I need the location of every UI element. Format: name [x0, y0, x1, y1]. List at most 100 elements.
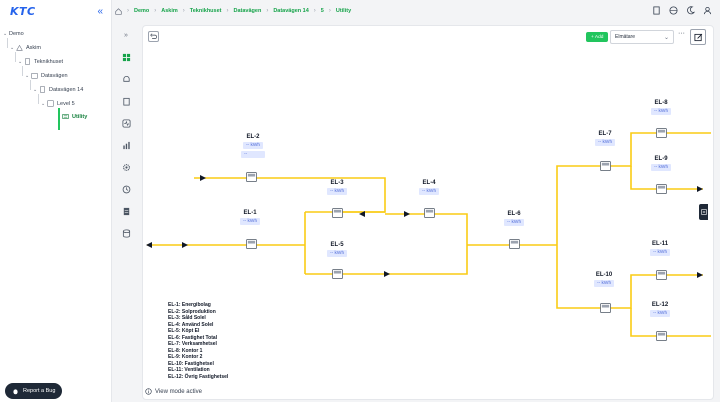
meter-label-el1[interactable]: EL-1 -- kWh — [240, 210, 261, 225]
meter-label-el8[interactable]: EL-8 -- kWh — [651, 100, 672, 115]
arrow-right-icon — [404, 211, 410, 217]
tree-node-label: Askim — [26, 44, 41, 51]
legend-item: EL-12: Övrig Fastighetsel — [168, 373, 229, 380]
meter-name: EL-6 — [507, 211, 521, 217]
breadcrumb-item[interactable]: Askim — [161, 8, 178, 14]
meter-label-el6[interactable]: EL-6 -- kWh — [504, 211, 525, 226]
meter-value: -- kWh — [650, 310, 671, 317]
meter-name: EL-9 — [654, 156, 668, 162]
meter-label-el12[interactable]: EL-12 -- kWh — [650, 302, 671, 317]
chevron-right-icon: › — [226, 8, 229, 14]
meter-value: -- kWh — [651, 108, 672, 115]
activity-icon[interactable] — [121, 118, 131, 128]
meter-label-el11[interactable]: EL-11 -- kWh — [650, 241, 671, 256]
meter-name: EL-11 — [652, 241, 669, 247]
meter-device-el5[interactable] — [332, 269, 343, 279]
chevron-right-icon: › — [127, 8, 129, 14]
tree-guide — [15, 52, 16, 62]
meter-name: EL-4 — [422, 180, 436, 186]
info-icon — [145, 388, 152, 395]
icon-rail: » — [116, 22, 136, 402]
breadcrumb-item[interactable]: Utility — [336, 8, 351, 14]
breadcrumb: › Demo › Askim › Teknikhuset › Datavägen… — [112, 0, 720, 22]
building-icon — [40, 86, 45, 93]
clipboard-icon[interactable] — [121, 96, 131, 106]
user-icon[interactable] — [703, 6, 712, 15]
meter-label-el2[interactable]: EL-2 -- kWh -- — [241, 134, 265, 158]
tree-node-label: Demo — [9, 30, 24, 37]
utility-icon — [62, 114, 69, 119]
chevron-right-icon: › — [266, 8, 269, 14]
meter-label-el4[interactable]: EL-4 -- kWh — [419, 180, 440, 195]
globe-icon[interactable] — [669, 6, 678, 15]
expand-rail-icon[interactable]: » — [121, 30, 131, 40]
breadcrumb-item[interactable]: Demo — [134, 8, 149, 14]
arrow-right-icon — [384, 271, 390, 277]
meter-value-extra: -- — [241, 151, 265, 158]
meter-value: -- kWh — [651, 164, 672, 171]
meter-label-el9[interactable]: EL-9 -- kWh — [651, 156, 672, 171]
meter-device-el11[interactable] — [656, 270, 667, 280]
app-root: KTC « ⌄ Demo ⌄ Askim ⌄ Teknikhuset ⌄ Dat… — [0, 0, 720, 402]
meter-legend: EL-1: Energibolag EL-2: Solproduktion EL… — [168, 302, 228, 380]
chevron-right-icon: › — [154, 8, 157, 14]
double-chevron-left-icon[interactable]: « — [97, 6, 103, 17]
arrow-right-icon — [200, 175, 206, 181]
meter-device-el7[interactable] — [600, 161, 611, 171]
tree-node-datavagen-14[interactable]: ⌄ Datavägen 14 — [33, 84, 83, 95]
meter-device-el8[interactable] — [656, 128, 667, 138]
database-icon[interactable] — [121, 228, 131, 238]
breadcrumb-item[interactable]: Datavägen 14 — [273, 8, 308, 14]
meter-device-el10[interactable] — [600, 303, 611, 313]
meter-name: EL-7 — [598, 131, 612, 137]
meter-device-el4[interactable] — [424, 208, 435, 218]
breadcrumb-item[interactable]: Teknikhuset — [190, 8, 222, 14]
logo[interactable]: KTC — [10, 5, 36, 18]
tree-panel: KTC « ⌄ Demo ⌄ Askim ⌄ Teknikhuset ⌄ Dat… — [0, 0, 112, 402]
gear-icon[interactable] — [121, 162, 131, 172]
bar-chart-icon[interactable] — [121, 140, 131, 150]
tree-node-teknikhuset[interactable]: ⌄ Teknikhuset — [18, 56, 63, 67]
tree-node-label: Datavägen 14 — [49, 86, 84, 93]
tree-node-demo[interactable]: ⌄ Demo — [3, 28, 24, 39]
meter-value: -- kWh — [327, 250, 348, 257]
meter-device-el1[interactable] — [246, 239, 257, 249]
meter-label-el3[interactable]: EL-3 -- kWh — [327, 180, 348, 195]
meter-device-el9[interactable] — [656, 184, 667, 194]
meter-label-el7[interactable]: EL-7 -- kWh — [595, 131, 616, 146]
bug-icon — [13, 388, 18, 394]
chevron-right-icon: › — [313, 8, 316, 14]
meter-device-el12[interactable] — [656, 331, 667, 341]
building-icon — [16, 44, 23, 51]
breadcrumb-item[interactable]: 5 — [321, 8, 324, 14]
chevron-right-icon: › — [328, 8, 331, 14]
report-icon[interactable] — [121, 206, 131, 216]
meter-name: EL-2 — [246, 134, 260, 140]
meter-device-el2[interactable] — [246, 172, 257, 182]
meter-name: EL-5 — [330, 242, 344, 248]
dashboard-icon[interactable] — [121, 52, 131, 62]
history-icon[interactable] — [121, 184, 131, 194]
tree-node-label: Utility — [72, 113, 88, 120]
breadcrumb-item[interactable]: Datavägen — [233, 8, 261, 14]
meter-name: EL-8 — [654, 100, 668, 106]
moon-icon[interactable] — [686, 6, 695, 15]
bell-icon[interactable] — [121, 74, 131, 84]
meter-device-el3[interactable] — [332, 208, 343, 218]
tree-node-level-5[interactable]: ⌄ Level 5 — [41, 98, 75, 109]
wire-to-el7 — [556, 165, 605, 245]
tree-guide — [22, 66, 23, 76]
wire-el4-el5 — [337, 213, 468, 275]
tree-node-askim[interactable]: ⌄ Askim — [10, 42, 41, 53]
diagram-canvas[interactable]: + Add Elmätare ⌄ ··· EL-2 -- kWh -- EL-1… — [142, 25, 714, 400]
meter-device-el6[interactable] — [509, 239, 520, 249]
home-icon[interactable] — [115, 7, 122, 15]
view-mode-label: View mode active — [155, 388, 202, 395]
report-bug-button[interactable]: Report a Bug — [5, 383, 63, 399]
floor-icon — [47, 100, 54, 107]
meter-label-el5[interactable]: EL-5 -- kWh — [327, 242, 348, 257]
document-icon[interactable] — [652, 6, 661, 15]
tree-node-datavagen[interactable]: ⌄ Datavägen — [25, 70, 68, 81]
meter-label-el10[interactable]: EL-10 -- kWh — [594, 272, 615, 287]
tree-node-utility[interactable]: Utility — [62, 111, 87, 122]
